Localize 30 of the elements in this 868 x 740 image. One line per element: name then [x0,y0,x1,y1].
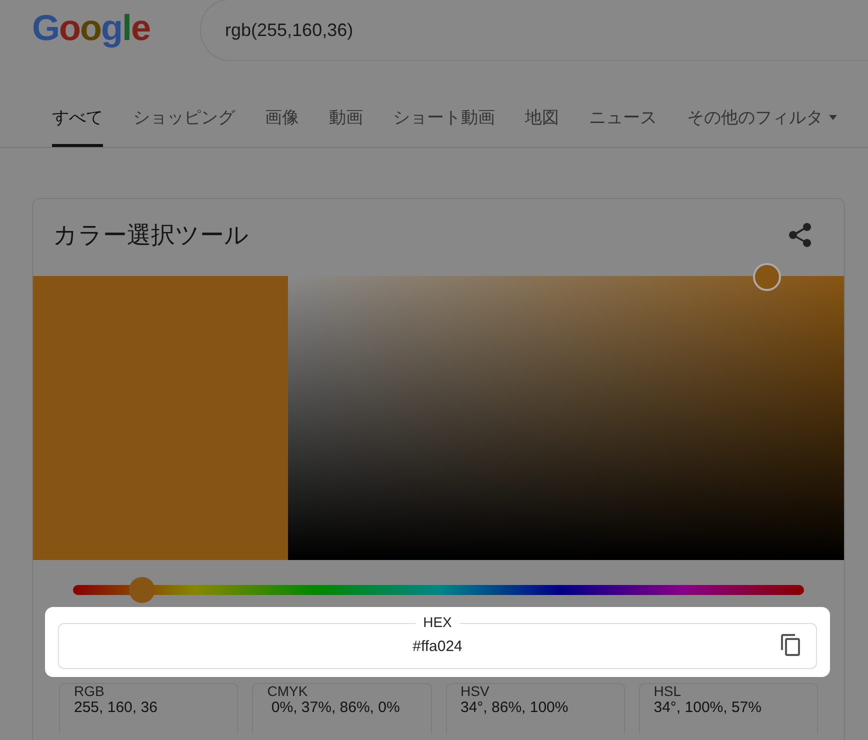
color-format-field[interactable]: HSL 34°, 100%, 57% [638,683,818,734]
color-format-field[interactable]: CMYK 0%, 37%, 86%, 0% [252,683,432,734]
search-tab[interactable]: ショッピング [133,93,235,147]
format-label: HSL [654,683,682,699]
format-label: RGB [74,683,106,699]
search-field[interactable]: rgb(255,160,36) [200,0,868,61]
format-label: CMYK [267,683,309,699]
color-format-field[interactable]: HSV 34°, 86%, 100% [446,683,625,734]
color-handle[interactable] [753,263,782,291]
saturation-value-area[interactable] [288,276,844,560]
card-title: カラー選択ツール [53,220,249,250]
format-value: 34°, 86%, 100% [460,699,570,716]
search-tab[interactable]: ニュース [589,93,657,147]
copy-icon[interactable] [779,633,803,657]
format-value: 255, 160, 36 [74,699,158,716]
search-tab[interactable]: 動画 [329,93,363,147]
search-tab[interactable]: その他のフィルタ [687,93,837,147]
hue-handle[interactable] [128,577,155,603]
search-tab[interactable]: すべて [52,93,103,147]
search-tab[interactable]: 地図 [525,93,559,147]
caret-icon [829,115,837,120]
google-logo[interactable]: Google [32,10,200,46]
format-value: 0%, 37%, 86%, 0% [270,699,401,716]
hex-label: HEX [415,614,460,630]
search-tab[interactable]: ショート動画 [393,93,495,147]
format-label: HSV [460,683,490,699]
share-icon[interactable] [788,222,812,248]
search-tab[interactable]: 画像 [265,93,299,147]
color-format-field[interactable]: RGB 255, 160, 36 [59,683,238,734]
format-value: 34°, 100%, 57% [654,699,762,716]
